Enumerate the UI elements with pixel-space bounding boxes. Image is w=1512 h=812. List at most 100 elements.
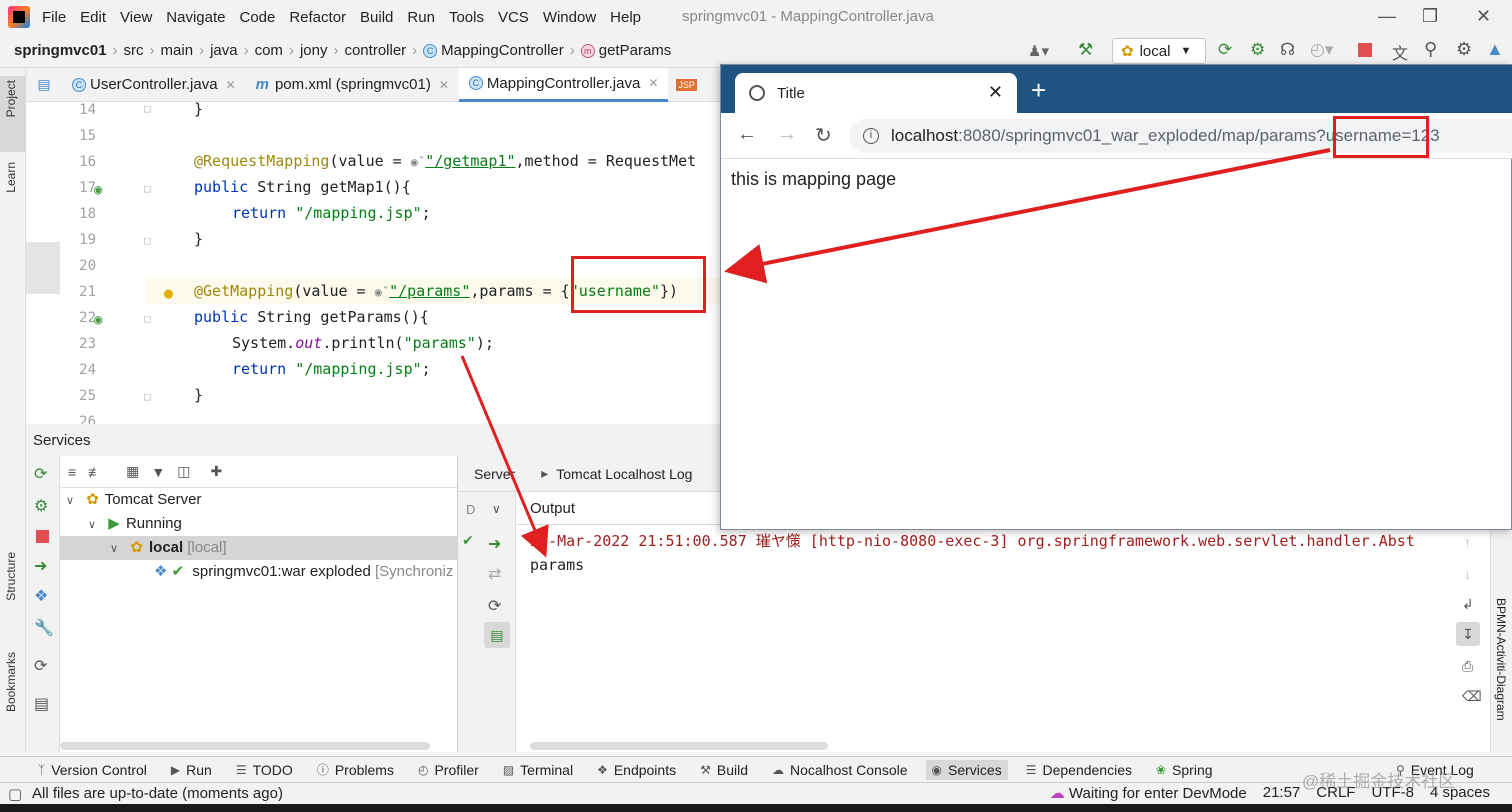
menu-help[interactable]: Help	[610, 9, 641, 26]
hammer-icon[interactable]: ⚒	[1078, 40, 1093, 60]
breadcrumb-method[interactable]: getParams	[599, 42, 672, 59]
fold-icon[interactable]: □	[144, 234, 151, 247]
tab-user-controller[interactable]: C UserController.java ✕	[62, 68, 246, 102]
close-tab-icon[interactable]: ✕	[988, 82, 1003, 103]
layout-icon[interactable]: ▤	[34, 694, 49, 714]
devmode-status[interactable]: ☁ Waiting for enter DevMode	[1050, 784, 1247, 802]
add-service-icon[interactable]: ✚	[211, 463, 223, 480]
caret-position[interactable]: 21:57	[1263, 784, 1301, 802]
trash-icon[interactable]: ⌫	[1462, 688, 1482, 705]
menu-tools[interactable]: Tools	[449, 9, 484, 26]
tool-services[interactable]: ◉ Services	[925, 759, 1008, 780]
search-icon[interactable]: ⚲	[1424, 39, 1437, 60]
redeploy-icon[interactable]: ⇄	[488, 564, 501, 584]
user-icon[interactable]: ♟▾	[1028, 42, 1049, 60]
scroll-up-icon[interactable]: ↑	[1464, 534, 1471, 550]
tool-problems[interactable]: ⓘ Problems	[317, 761, 394, 778]
coverage-icon[interactable]: ☊	[1280, 40, 1295, 60]
bookmarks-tool-button[interactable]: Bookmarks	[4, 652, 18, 712]
chevron-down-icon[interactable]: ∨	[492, 502, 501, 516]
code-editor[interactable]: 14 15 16 17 18 19 20 21 22 23 24 25 26 ◉…	[26, 102, 720, 424]
project-tool-button[interactable]: Project	[4, 80, 18, 117]
minimize-icon[interactable]: —	[1378, 6, 1396, 27]
print-icon[interactable]: ⎙	[1462, 658, 1473, 675]
filter-icon[interactable]: ▼	[151, 464, 165, 480]
jsp-file-icon[interactable]: JSP	[676, 78, 697, 91]
tool-endpoints[interactable]: ❖ Endpoints	[597, 762, 676, 778]
menu-run[interactable]: Run	[407, 9, 435, 26]
tool-nocalhost-console[interactable]: ☁ Nocalhost Console	[772, 762, 908, 778]
back-icon[interactable]: ←	[737, 123, 757, 146]
menu-view[interactable]: View	[120, 9, 152, 26]
tool-dependencies[interactable]: ☰ Dependencies	[1026, 762, 1132, 778]
lightbulb-icon[interactable]: ●	[164, 284, 173, 302]
deploy-all-icon[interactable]: ▤	[484, 622, 510, 648]
soft-wrap-icon[interactable]: ↲	[1462, 596, 1474, 613]
translate-icon[interactable]: 文	[1392, 40, 1408, 64]
profile-icon[interactable]: ◴▾	[1310, 40, 1333, 60]
tool-run[interactable]: ▶ Run	[171, 762, 212, 778]
tab-tomcat-localhost-log[interactable]: Tomcat Localhost Log	[556, 466, 692, 482]
tool-spring[interactable]: ❀ Spring	[1156, 762, 1213, 778]
plugin-icon[interactable]: ▲	[1486, 39, 1504, 60]
group-icon[interactable]: ▦	[126, 463, 139, 480]
tree-item-tomcat-server[interactable]: ∨ ✿ Tomcat Server	[66, 488, 201, 512]
menu-navigate[interactable]: Navigate	[166, 9, 225, 26]
tool-terminal[interactable]: ▨ Terminal	[503, 762, 573, 778]
new-tab-icon[interactable]: +	[1031, 75, 1046, 106]
breadcrumb-main[interactable]: main	[161, 42, 194, 59]
expand-all-icon[interactable]: ≡	[68, 464, 76, 480]
tool-todo[interactable]: ☰ TODO	[236, 762, 293, 778]
scroll-down-icon[interactable]: ↓	[1464, 566, 1471, 582]
stop-icon[interactable]	[1358, 43, 1372, 57]
scroll-to-end-icon[interactable]: ↧	[1456, 622, 1480, 646]
stop-icon[interactable]	[36, 530, 49, 543]
breadcrumb-controller[interactable]: controller	[344, 42, 406, 59]
menu-file[interactable]: File	[42, 9, 66, 26]
menu-code[interactable]: Code	[239, 9, 275, 26]
refresh-icon[interactable]: ⟳	[34, 656, 47, 676]
debug-icon[interactable]: ⚙	[34, 496, 48, 516]
breadcrumb-src[interactable]: src	[124, 42, 144, 59]
breadcrumb-jony[interactable]: jony	[300, 42, 328, 59]
status-panel-icon[interactable]: ▢	[8, 785, 22, 803]
tree-item-local[interactable]: ∨ ✿ local [local]	[60, 536, 458, 560]
update-icon[interactable]: ➜	[488, 534, 501, 554]
tool-version-control[interactable]: ᛉ Version Control	[38, 762, 147, 778]
close-window-icon[interactable]: ✕	[1476, 6, 1491, 27]
fold-icon[interactable]: □	[144, 312, 151, 325]
menu-window[interactable]: Window	[543, 9, 596, 26]
restore-icon[interactable]: ❐	[1422, 6, 1438, 27]
rerun-icon[interactable]: ⟳	[1218, 40, 1232, 60]
forward-icon[interactable]: →	[777, 123, 797, 146]
breadcrumb-java[interactable]: java	[210, 42, 238, 59]
web-endpoint-gutter-icon[interactable]: ◉	[94, 312, 102, 328]
menu-edit[interactable]: Edit	[80, 9, 106, 26]
structure-tool-button[interactable]: Structure	[4, 552, 18, 601]
tree-item-running[interactable]: ∨ ▶ Running	[88, 512, 182, 536]
fold-icon[interactable]: □	[144, 102, 151, 115]
rerun-icon[interactable]: ⟳	[34, 464, 47, 484]
menu-refactor[interactable]: Refactor	[289, 9, 346, 26]
new-window-icon[interactable]: ◫	[177, 463, 190, 480]
tool-profiler[interactable]: ◴ Profiler	[418, 762, 479, 778]
breadcrumb-class[interactable]: MappingController	[441, 42, 564, 59]
close-tab-icon[interactable]: ✕	[226, 78, 236, 92]
breadcrumb-com[interactable]: com	[255, 42, 283, 59]
menu-vcs[interactable]: VCS	[498, 9, 529, 26]
tree-item-artifact[interactable]: ❖ ✔ springmvc01:war exploded [Synchroniz	[154, 560, 453, 584]
web-endpoint-gutter-icon[interactable]: ◉	[94, 182, 102, 198]
tab-mapping-controller[interactable]: C MappingController.java ✕	[458, 67, 669, 102]
gear-icon[interactable]: ⚙	[1456, 39, 1472, 60]
fold-icon[interactable]: □	[144, 182, 151, 195]
wrench-icon[interactable]: 🔧	[34, 618, 54, 638]
refresh-icon[interactable]: ⟳	[488, 596, 501, 616]
run-config-select[interactable]: ✿ local ▼	[1112, 38, 1206, 64]
fold-icon[interactable]: □	[144, 390, 151, 403]
debug-icon[interactable]: ⚙	[1250, 40, 1265, 60]
horizontal-scrollbar[interactable]	[530, 742, 828, 750]
learn-tool-button[interactable]: Learn	[4, 162, 18, 193]
site-info-icon[interactable]: i	[863, 128, 879, 144]
tool-build[interactable]: ⚒ Build	[700, 762, 748, 778]
bpmn-diagram-tool-button[interactable]: BPMN-Activiti-Diagram	[1494, 598, 1508, 721]
